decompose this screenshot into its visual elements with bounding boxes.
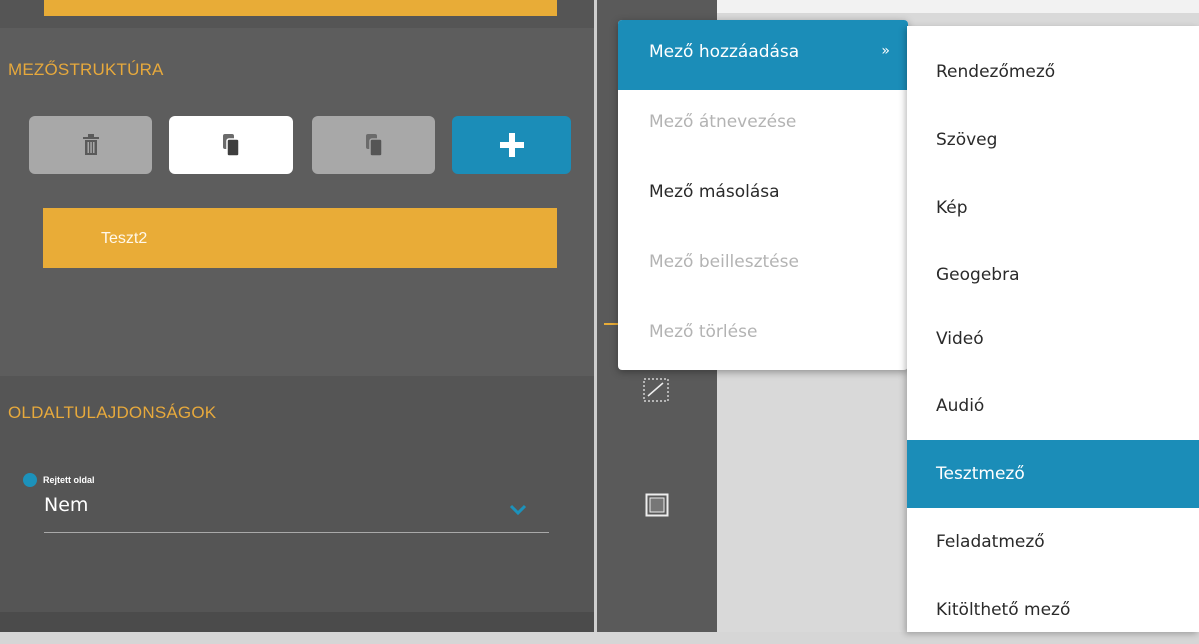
menu-item-label: Mező hozzáadása [649, 42, 800, 62]
submenu-item-audio[interactable]: Audió [907, 372, 1199, 440]
paste-icon [365, 134, 383, 157]
submenu-item-kep[interactable]: Kép [907, 174, 1199, 242]
chevron-down-icon [509, 504, 527, 515]
submenu-item-tesztmezo[interactable]: Tesztmező [907, 440, 1199, 508]
page-properties-title: OLDALTULAJDONSÁGOK [8, 403, 217, 422]
submenu-item-label: Kitölthető mező [936, 600, 1071, 620]
hidden-page-label: Rejtett oldal [43, 475, 95, 485]
submenu-item-label: Audió [936, 396, 985, 416]
submenu-item-label: Feladatmező [936, 532, 1045, 552]
add-field-submenu: Rendezőmező Szöveg Kép Geogebra Videó Au… [907, 26, 1199, 632]
copy-icon [223, 134, 240, 157]
canvas-top-strip [717, 0, 1199, 13]
menu-item-add-field[interactable]: Mező hozzáadása » [618, 20, 908, 90]
submenu-item-label: Videó [936, 329, 984, 349]
field-context-menu: Mező hozzáadása » Mező átnevezése Mező m… [618, 20, 908, 370]
hidden-page-select[interactable]: Nem [44, 490, 549, 533]
menu-item-copy-field[interactable]: Mező másolása [618, 160, 908, 230]
menu-item-label: Mező beillesztése [649, 252, 799, 272]
menu-item-label: Mező másolása [649, 182, 780, 202]
submenu-item-szoveg[interactable]: Szöveg [907, 106, 1199, 174]
add-field-button[interactable] [452, 116, 571, 174]
submenu-item-video[interactable]: Videó [907, 305, 1199, 373]
frame-tool-icon[interactable] [645, 493, 669, 517]
info-dot-icon [23, 473, 37, 487]
left-panel: MEZŐSTRUKTÚRA Teszt2 OLDALTULAJDONSÁGOK … [0, 0, 594, 632]
submenu-item-label: Tesztmező [936, 464, 1025, 484]
submenu-item-label: Kép [936, 198, 968, 218]
submenu-item-rendezomezo[interactable]: Rendezőmező [907, 38, 1199, 106]
menu-item-label: Mező törlése [649, 322, 758, 342]
line-tool-icon[interactable] [643, 378, 669, 402]
paste-field-button[interactable] [312, 116, 435, 174]
trash-icon [82, 134, 99, 155]
submenu-item-kitoltheto-mezo[interactable]: Kitölthető mező [907, 576, 1199, 644]
menu-item-paste-field[interactable]: Mező beillesztése [618, 230, 908, 300]
field-item-label: Teszt2 [101, 230, 148, 247]
field-item-teszt2[interactable]: Teszt2 [43, 208, 557, 268]
submenu-item-label: Szöveg [936, 130, 998, 150]
submenu-item-label: Rendezőmező [936, 62, 1056, 82]
menu-item-rename-field[interactable]: Mező átnevezése [618, 90, 908, 160]
submenu-item-feladatmezo[interactable]: Feladatmező [907, 508, 1199, 576]
hidden-page-value: Nem [44, 494, 89, 516]
submenu-item-geogebra[interactable]: Geogebra [907, 241, 1199, 309]
field-structure-title: MEZŐSTRUKTÚRA [8, 60, 164, 79]
menu-item-label: Mező átnevezése [649, 112, 797, 132]
delete-field-button[interactable] [29, 116, 152, 174]
submenu-item-label: Geogebra [936, 265, 1020, 285]
orange-tick [604, 323, 618, 325]
previous-field-item[interactable] [44, 0, 557, 16]
menu-item-delete-field[interactable]: Mező törlése [618, 300, 908, 370]
submenu-arrow-icon: » [881, 43, 890, 59]
plus-icon [499, 133, 524, 157]
bottom-bar [0, 612, 594, 632]
copy-field-button[interactable] [169, 116, 293, 174]
